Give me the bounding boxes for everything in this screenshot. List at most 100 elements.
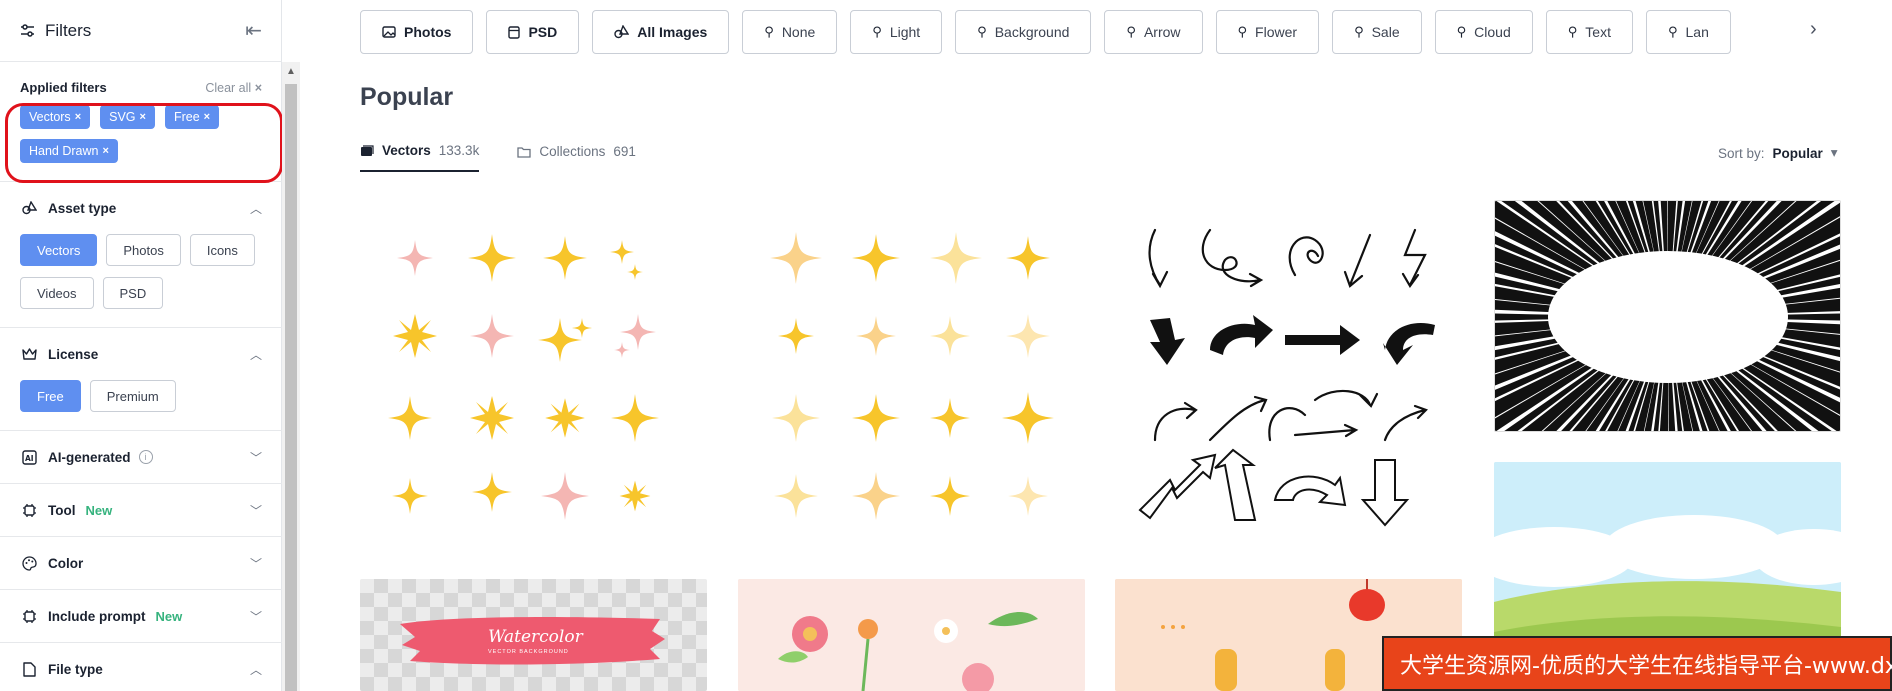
asset-option-videos[interactable]: Videos xyxy=(20,277,94,309)
pill-flower[interactable]: ⚲ Flower xyxy=(1215,10,1320,54)
chevron-up-icon[interactable]: ︿ xyxy=(250,661,262,678)
search-icon: ⚲ xyxy=(1667,24,1678,39)
image-icon xyxy=(382,26,396,38)
asset-type-header[interactable]: Asset type ︿ xyxy=(20,182,262,234)
svg-text:AI: AI xyxy=(25,454,34,463)
asset-option-icons[interactable]: Icons xyxy=(189,234,255,266)
chevron-down-icon[interactable]: ﹀ xyxy=(250,555,262,572)
watercolor-title: Watercolor xyxy=(488,627,583,647)
related-searches-bar: Photos PSD All Images ⚲ None ⚲ Light ⚲ Back… xyxy=(360,10,1860,54)
main-content: Photos PSD All Images ⚲ None ⚲ Light ⚲ Back… xyxy=(300,0,1892,691)
ai-generated-label: AI-generated xyxy=(48,449,131,465)
color-section: Color ﹀ xyxy=(0,536,282,589)
license-header[interactable]: License ︿ xyxy=(20,328,262,380)
sparkles-set-1-illustration xyxy=(388,234,659,520)
pill-none[interactable]: ⚲ None xyxy=(742,10,838,54)
watercolor-subtitle: VECTOR BACKGROUND xyxy=(488,649,569,655)
tab-collections[interactable]: Collections 691 xyxy=(517,143,636,172)
result-thumbnail[interactable] xyxy=(738,579,1085,691)
pill-photos[interactable]: Photos xyxy=(360,10,474,54)
tab-vectors[interactable]: Vectors 133.3k xyxy=(360,143,480,172)
ai-icon: AI xyxy=(20,449,38,465)
pill-arrow[interactable]: ⚲ Arrow xyxy=(1104,10,1203,54)
asset-option-psd[interactable]: PSD xyxy=(102,277,164,309)
pill-sale[interactable]: ⚲ Sale xyxy=(1332,10,1422,54)
pill-landscape[interactable]: ⚲ Lan xyxy=(1645,10,1731,54)
color-label: Color xyxy=(48,555,84,571)
tool-label: Tool xyxy=(48,502,76,518)
filters-panel: Filters ⇤ Applied filters Clear all × Ve… xyxy=(0,0,282,691)
info-icon[interactable]: i xyxy=(138,450,153,464)
chevron-up-icon[interactable]: ︿ xyxy=(250,200,262,217)
result-tabs: Vectors 133.3k Collections 691 xyxy=(360,143,636,172)
search-icon: ⚲ xyxy=(1456,24,1467,39)
ai-generated-section: AI AI-generated i ﹀ xyxy=(0,430,282,483)
pill-background[interactable]: ⚲ Background xyxy=(955,10,1092,54)
pill-text[interactable]: ⚲ Text xyxy=(1545,10,1633,54)
chevron-down-icon[interactable]: ﹀ xyxy=(250,608,262,625)
pill-psd[interactable]: PSD xyxy=(486,10,580,54)
shapes-icon xyxy=(614,25,630,39)
license-options: Free Premium xyxy=(20,380,265,430)
asset-option-photos[interactable]: Photos xyxy=(106,234,181,266)
sliders-icon xyxy=(21,23,34,37)
page-title: Popular xyxy=(360,83,454,111)
license-section: License ︿ Free Premium xyxy=(0,327,282,430)
file-type-label: File type xyxy=(48,661,103,677)
search-icon: ⚲ xyxy=(872,24,882,39)
file-icon xyxy=(508,25,521,39)
flowers-illustration xyxy=(738,579,1085,691)
include-prompt-header[interactable]: Include prompt New ﹀ xyxy=(20,590,262,642)
caret-down-icon: ▾ xyxy=(1830,145,1838,160)
license-option-premium[interactable]: Premium xyxy=(89,380,176,412)
palette-icon xyxy=(20,555,38,571)
file-icon xyxy=(20,661,38,677)
asset-type-options: Vectors Photos Icons Videos PSD xyxy=(20,234,265,327)
applied-filters: Applied filters Clear all × Vectors × SVG… xyxy=(0,62,282,183)
collapse-sidebar-icon[interactable]: ⇤ xyxy=(245,18,262,43)
chevron-down-icon[interactable]: ﹀ xyxy=(250,449,262,466)
tool-header[interactable]: Tool New ﹀ xyxy=(20,484,262,536)
license-option-free[interactable]: Free xyxy=(20,380,81,412)
result-thumbnail[interactable] xyxy=(1494,200,1841,432)
chevron-right-icon[interactable]: › xyxy=(1810,18,1817,41)
folder-icon xyxy=(517,146,531,158)
sparkles-set-2-illustration xyxy=(770,232,1054,520)
pill-cloud[interactable]: ⚲ Cloud xyxy=(1434,10,1533,54)
crown-icon xyxy=(20,348,38,360)
result-thumbnail[interactable]: Watercolor VECTOR BACKGROUND xyxy=(360,579,707,691)
license-label: License xyxy=(48,346,99,362)
file-type-section: File type ︿ xyxy=(0,642,282,691)
scrollbar-thumb[interactable] xyxy=(285,84,297,691)
result-thumbnail[interactable] xyxy=(738,200,1085,540)
asset-option-vectors[interactable]: Vectors xyxy=(20,234,98,266)
chip-icon xyxy=(20,609,38,624)
search-icon: ⚲ xyxy=(1354,24,1364,39)
ai-generated-header[interactable]: AI AI-generated i ﹀ xyxy=(20,431,262,483)
pill-all-images[interactable]: All Images xyxy=(592,10,730,54)
chevron-up-icon[interactable]: ︿ xyxy=(250,346,262,363)
chevron-down-icon[interactable]: ﹀ xyxy=(250,502,262,519)
sort-value[interactable]: Popular xyxy=(1773,146,1823,161)
asset-type-label: Asset type xyxy=(48,200,117,216)
sort-label: Sort by: xyxy=(1718,145,1765,161)
hand-drawn-arrows-illustration xyxy=(1138,228,1435,527)
sidebar-scrollbar[interactable]: ▲ xyxy=(282,62,300,691)
file-type-header[interactable]: File type ︿ xyxy=(20,643,262,691)
result-thumbnail[interactable] xyxy=(1115,200,1462,540)
result-thumbnail[interactable] xyxy=(360,200,707,540)
include-prompt-section: Include prompt New ﹀ xyxy=(0,589,282,642)
highlight-ring xyxy=(5,103,282,183)
pill-light[interactable]: ⚲ Light xyxy=(850,10,943,54)
filters-title: Filters xyxy=(45,20,92,40)
watermark-banner: 大学生资源网-优质的大学生在线指导平台-www.dxszyw.cn xyxy=(1382,636,1892,691)
scroll-up-icon[interactable]: ▲ xyxy=(286,66,296,77)
new-badge: New xyxy=(155,608,183,624)
search-icon: ⚲ xyxy=(977,24,987,39)
search-icon: ⚲ xyxy=(1126,24,1136,39)
chip-icon xyxy=(20,503,38,518)
sort-control[interactable]: Sort by: Popular ▾ xyxy=(1718,145,1838,161)
color-header[interactable]: Color ﹀ xyxy=(20,537,262,589)
clear-all-button[interactable]: Clear all × xyxy=(205,81,262,95)
search-icon: ⚲ xyxy=(1567,24,1578,39)
